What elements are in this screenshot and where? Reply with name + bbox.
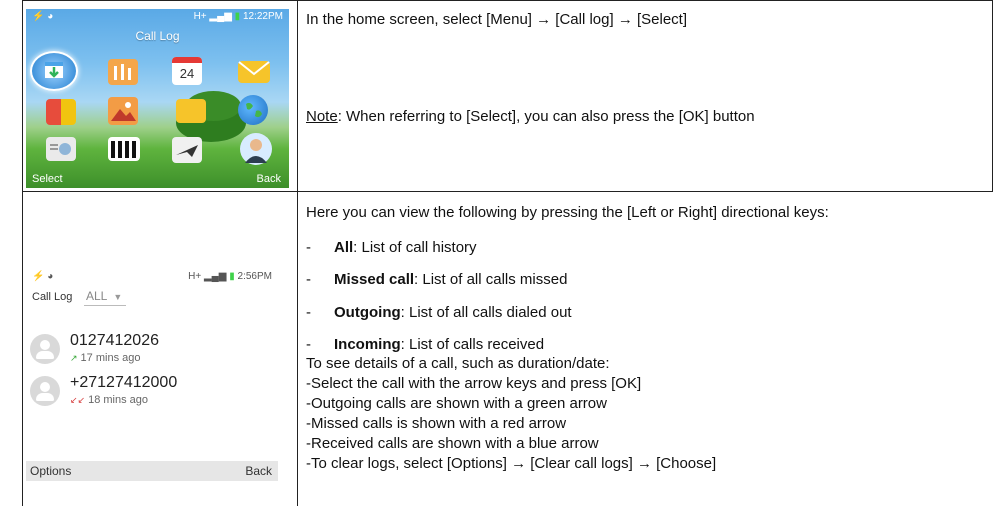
status-icons: ⚡ ◕ [32,271,54,282]
bullet-dash: - [306,239,311,256]
clock-text: 12:22PM [242,11,283,23]
bullet-dash: - [306,271,311,288]
person-icon [245,139,267,163]
signal-icon: ▂▄▆ [209,11,232,22]
note-label: Note [306,108,338,125]
calendar-day: 24 [179,66,195,81]
call-list: 0127412026 ↗ 17 mins ago +27127412000 ↙↙ 1… [26,328,278,412]
battery-icon: ▮ [229,271,235,282]
option-name: All [334,239,354,256]
picture-icon [111,102,136,121]
call-time-text: 18 mins ago [88,394,149,406]
table-border-top [22,0,993,1]
call-log-header: Call Log ALL ▼ [26,286,278,308]
menu-instruction: In the home screen, select [Menu] → [Cal… [306,11,688,28]
call-time: ↙↙ 18 mins ago [70,394,148,406]
network-type: H+ [193,11,207,23]
list-item[interactable]: +27127412000 ↙↙ 18 mins ago [26,370,278,412]
status-clock: H+ ▂▄▆ ▮ 2:56PM [188,271,272,282]
option-name: Outgoing [334,304,401,321]
softkey-select[interactable]: Select [32,173,63,185]
battery-icon: ▮ [234,11,241,22]
tiles-app-icon[interactable] [46,99,76,125]
clock-text: 2:56PM [237,271,272,283]
option-name: Missed call [334,271,415,288]
option-name: Incoming [334,336,401,353]
calendar-header [172,57,202,63]
details-line: -Select the call with the arrow keys and… [306,375,642,392]
airplane-icon [176,145,198,157]
avatar [30,334,60,364]
details-line: -Received calls are shown with a blue ar… [306,435,599,452]
calendar-app-icon[interactable]: 24 [172,57,202,85]
call-time-text: 17 mins ago [80,352,141,364]
radio-app-icon[interactable] [46,137,76,161]
table-column-divider [297,0,298,506]
call-time: ↗ 17 mins ago [70,352,140,364]
call-number: 0127412026 [70,332,159,349]
status-bar: ⚡ ◕ H+ ▂▄▆ ▮ 2:56PM [26,268,278,286]
details-line: -Outgoing calls are shown with a green a… [306,395,607,412]
softkey-bar: Select Back [26,171,289,188]
view-intro: Here you can view the following by press… [306,204,829,221]
contacts-app-icon[interactable] [240,133,272,165]
call-log-app-icon[interactable] [30,51,78,91]
menu-title: Call Log [135,29,180,43]
equalizer-app-icon[interactable] [108,59,138,85]
status-bar: ⚡ ◕ H+ ▂▄▆ ▮ 12:22PM [26,9,289,25]
call-log-title: Call Log [32,291,73,303]
missed-arrow-icon: ↙↙ [70,395,86,405]
table-border-left [22,0,23,506]
softkey-back[interactable]: Back [257,173,281,185]
details-line: To see details of a call, such as durati… [306,355,610,372]
details-line: -To clear logs, select [Options] → [Clea… [306,455,717,472]
call-number: +27127412000 [70,374,178,391]
bullet-dash: - [306,304,311,321]
browser-app-icon[interactable] [238,95,268,125]
music-app-icon[interactable] [108,137,140,161]
note-text: : When referring to [Select], you can al… [337,108,755,125]
download-icon [45,62,63,78]
piano-icon [111,141,136,158]
status-icons: ⚡ ◕ [32,11,54,22]
option-desc: : List of call history [353,239,477,256]
flight-mode-app-icon[interactable] [172,137,202,163]
equalizer-icon [114,64,131,80]
softkey-options[interactable]: Options [30,464,71,478]
avatar [30,376,60,406]
option-desc: : List of all calls missed [414,271,568,288]
option-desc: : List of calls received [400,336,545,353]
files-app-icon[interactable] [176,99,206,123]
signal-icon: ▂▄▆ [203,271,227,282]
chevron-down-icon: ▼ [113,292,123,302]
gallery-app-icon[interactable] [108,97,138,125]
select-note: Note: When referring to [Select], you ca… [306,107,755,127]
network-type: H+ [188,271,202,283]
home-menu-screenshot: ⚡ ◕ H+ ▂▄▆ ▮ 12:22PM Call Log 24 Select … [26,9,289,188]
softkey-back[interactable]: Back [245,464,272,478]
bullet-dash: - [306,336,311,353]
globe-icon [246,102,262,118]
outgoing-arrow-icon: ↗ [70,353,78,363]
table-border-middle [22,191,993,192]
softkey-bar: Options Back [26,461,278,481]
details-line: -Missed calls is shown with a red arrow [306,415,567,432]
radio-icon [50,143,71,155]
envelope-icon [238,61,270,76]
call-filter-dropdown[interactable]: ALL ▼ [84,289,127,306]
call-log-screenshot: ⚡ ◕ H+ ▂▄▆ ▮ 2:56PM Call Log ALL ▼ 012741… [26,268,278,481]
option-desc: : List of all calls dialed out [400,304,572,321]
call-filter-value: ALL [86,289,108,303]
list-item[interactable]: 0127412026 ↗ 17 mins ago [26,328,278,370]
status-clock: H+ ▂▄▆ ▮ 12:22PM [194,11,283,22]
messages-app-icon[interactable] [238,61,270,83]
